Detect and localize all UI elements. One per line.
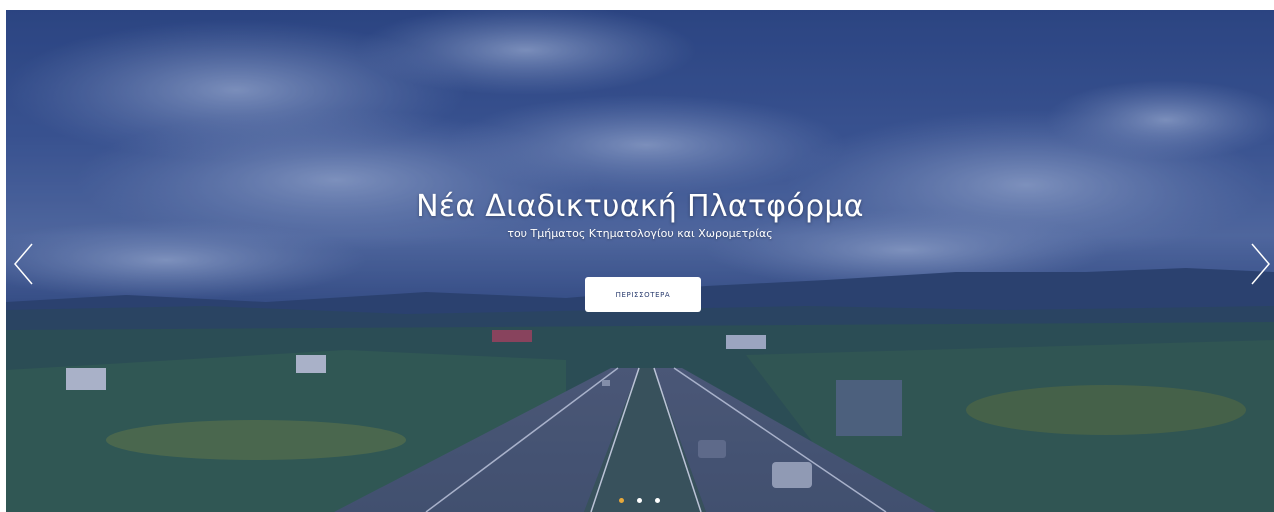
chevron-right-icon	[1251, 243, 1270, 285]
carousel-indicators	[619, 498, 660, 503]
more-button[interactable]: ΠΕΡΙΣΣΟΤΕΡΑ	[585, 277, 701, 312]
carousel-prev-button[interactable]	[12, 242, 36, 286]
blue-overlay	[6, 10, 1274, 512]
slide-caption: Νέα Διαδικτυακή Πλατφόρμα του Τμήματος Κ…	[6, 188, 1274, 242]
carousel-dot-2[interactable]	[637, 498, 642, 503]
slide-subtitle: του Τμήματος Κτηματολογίου και Χωρομετρί…	[507, 227, 773, 240]
carousel-dot-1[interactable]	[619, 498, 624, 503]
slide-title: Νέα Διαδικτυακή Πλατφόρμα	[416, 189, 864, 224]
chevron-left-icon	[14, 243, 33, 285]
carousel-next-button[interactable]	[1248, 242, 1272, 286]
carousel-dot-3[interactable]	[655, 498, 660, 503]
hero-carousel: Νέα Διαδικτυακή Πλατφόρμα του Τμήματος Κ…	[6, 10, 1274, 512]
